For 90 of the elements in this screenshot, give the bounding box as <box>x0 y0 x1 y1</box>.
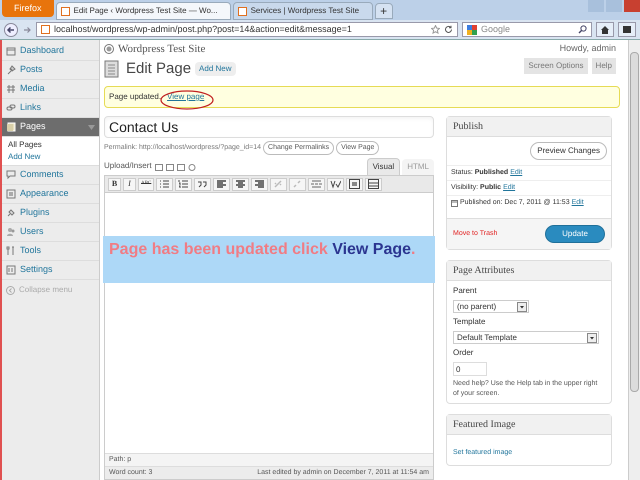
search-box[interactable]: Google <box>462 22 592 37</box>
upload-insert-label: Upload/Insert <box>104 160 152 172</box>
order-field[interactable]: 0 <box>453 362 487 376</box>
forward-arrow-icon <box>22 24 32 34</box>
editor-tab[interactable]: Visual <box>366 158 400 175</box>
sidebar-item[interactable]: Settings <box>2 261 99 280</box>
sidebar-item[interactable]: Dashboard <box>2 42 99 61</box>
field-label: Parent <box>453 285 478 297</box>
home-button[interactable] <box>596 22 614 37</box>
field-label: Order <box>453 347 474 359</box>
annotation-text: Page has been updated click View Page. <box>103 236 435 283</box>
quote-icon <box>197 179 208 189</box>
page-title: Edit Page <box>126 58 192 79</box>
sidebar-item[interactable]: Media <box>2 80 99 99</box>
sidebar-item[interactable]: Pages <box>2 118 99 137</box>
panel-title: Page Attributes <box>447 261 611 281</box>
collapse-arrow-icon <box>6 286 15 294</box>
sidebar-item[interactable]: Comments <box>2 166 99 185</box>
bookmarks-button[interactable] <box>618 22 636 37</box>
align-center-icon <box>235 179 246 189</box>
sidebar-item[interactable]: Posts <box>2 61 99 80</box>
home-icon <box>600 25 610 34</box>
toolbar-toggle-button[interactable] <box>365 178 382 190</box>
menu-item-icon <box>6 84 16 94</box>
screen-options-button[interactable]: Screen Options <box>524 58 588 74</box>
account-menu[interactable]: Howdy, admin <box>560 42 616 56</box>
numbered-list-icon <box>178 179 190 189</box>
align-center-button[interactable] <box>232 178 250 190</box>
menu-item-icon <box>6 246 16 256</box>
title-field[interactable]: Contact Us <box>104 116 434 138</box>
search-engine-icon <box>467 24 477 34</box>
align-left-icon <box>216 179 228 189</box>
align-left-button[interactable] <box>213 178 230 190</box>
panel-title: Featured Image <box>447 415 611 435</box>
preview-changes-button[interactable]: Preview Changes <box>530 142 607 160</box>
horizontal-lines-button[interactable] <box>308 178 326 190</box>
help-button[interactable]: Help <box>592 58 616 74</box>
scrollbar[interactable] <box>628 40 640 480</box>
submenu-item[interactable]: All Pages <box>2 139 99 151</box>
numbered-list-button[interactable] <box>175 178 192 190</box>
wordpress-logo-icon <box>104 44 114 54</box>
page-icon <box>41 25 50 34</box>
horizontal-lines-icon <box>311 179 322 189</box>
unlink-icon <box>292 179 304 189</box>
bold-button[interactable]: B <box>108 178 121 190</box>
scrollbar-thumb[interactable] <box>630 52 639 392</box>
spellcheck-icon <box>330 179 342 189</box>
menu-item-icon <box>6 265 16 275</box>
sidebar-item[interactable]: Tools <box>2 242 99 261</box>
page-icon <box>60 6 70 16</box>
parent-dropdown[interactable]: (no parent) <box>453 300 529 313</box>
reload-icon <box>444 25 453 34</box>
browser-tab[interactable]: Services | Wordpress Test Site <box>232 2 373 20</box>
site-title: Wordpress Test Site <box>118 42 206 57</box>
link-icon <box>273 179 284 189</box>
bookmark-icon <box>622 25 632 34</box>
template-dropdown[interactable]: Default Template <box>453 331 599 344</box>
italic-button[interactable]: I <box>123 178 136 190</box>
align-right-icon <box>254 179 266 189</box>
fullscreen-button[interactable] <box>346 178 364 190</box>
address-bar[interactable]: localhost/wordpress/wp-admin/post.php?post=14&action=edit&message=1 <box>36 22 458 37</box>
add-new-button[interactable]: Add New <box>195 62 236 76</box>
search-icon <box>578 25 587 34</box>
submenu-item[interactable]: Add New <box>2 151 99 163</box>
bullet-list-icon <box>159 179 170 189</box>
quote-button[interactable] <box>194 178 212 190</box>
menu-item-icon <box>6 46 16 56</box>
bullet-list-button[interactable] <box>156 178 174 190</box>
menu-item-icon <box>6 227 16 237</box>
firefox-menu-button[interactable]: Firefox <box>2 0 54 17</box>
page-icon <box>238 6 247 16</box>
menu-item-icon <box>6 65 16 75</box>
annotation-ellipse <box>160 90 214 110</box>
fullscreen-icon <box>349 179 360 189</box>
field-label: Template <box>453 316 486 328</box>
sidebar-item[interactable]: Appearance <box>2 185 99 204</box>
notice-text: Page updated. <box>109 91 162 103</box>
update-button[interactable]: Update <box>545 225 605 243</box>
new-tab-button[interactable]: + <box>374 3 393 19</box>
dropdown-arrow-icon <box>88 124 95 130</box>
search-field[interactable]: Google <box>481 22 574 36</box>
panel-title: Publish <box>447 117 611 137</box>
spellcheck-button[interactable] <box>327 178 344 190</box>
browser-tab[interactable]: Edit Page ‹ Wordpress Test Site — Wo... <box>56 2 231 20</box>
sidebar-item[interactable]: Users <box>2 223 99 242</box>
calendar-icon <box>451 200 458 206</box>
menu-item-icon <box>6 208 16 218</box>
sidebar-item[interactable]: Plugins <box>2 204 99 223</box>
align-right-button[interactable] <box>251 178 268 190</box>
toolbar-toggle-icon <box>368 179 380 189</box>
